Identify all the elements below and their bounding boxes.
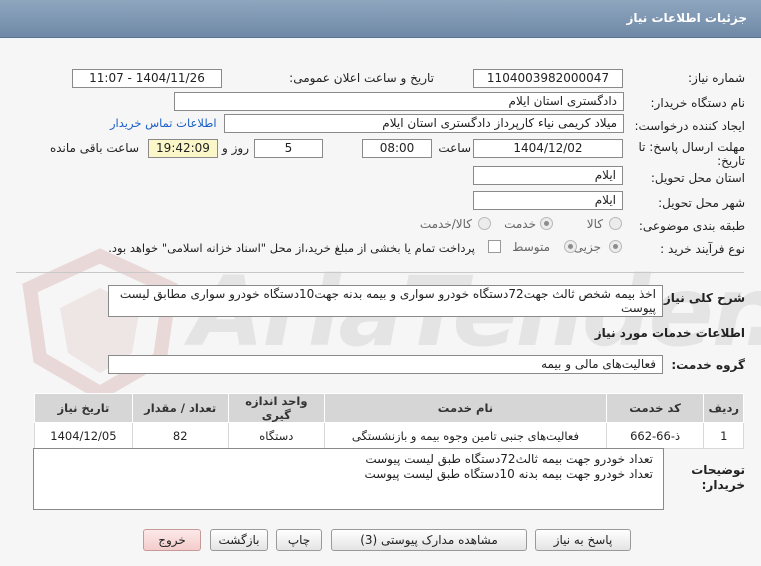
col-unit: واحد اندازه گیری xyxy=(227,393,326,423)
category-radio-goods-service[interactable] xyxy=(478,217,491,230)
reply-button[interactable]: پاسخ به نیاز xyxy=(535,529,631,551)
category-label: طبقه بندی موضوعی: xyxy=(638,219,745,233)
city-field: ایلام xyxy=(473,191,623,210)
summary-text: اخذ بیمه شخص ثالث جهت72دستگاه خودرو سوار… xyxy=(108,285,663,317)
exit-button[interactable]: خروج xyxy=(143,529,201,551)
days-field: 5 xyxy=(254,139,323,158)
deadline-time-label: ساعت xyxy=(438,141,471,155)
row-index: 1 xyxy=(703,422,744,449)
col-name: نام خدمت xyxy=(324,393,607,423)
announce-label: تاریخ و ساعت اعلان عمومی: xyxy=(289,71,434,85)
process-radio-medium[interactable] xyxy=(564,240,577,253)
service-group-label: گروه خدمت: xyxy=(671,358,745,372)
process-radio-minor[interactable] xyxy=(609,240,622,253)
process-label: نوع فرآیند خرید : xyxy=(660,242,745,256)
payment-note: پرداخت تمام یا بخشی از مبلغ خرید،از محل … xyxy=(108,241,475,255)
col-index: ردیف xyxy=(703,393,744,423)
service-group-field: فعالیت‌های مالی و بیمه xyxy=(108,355,663,374)
days-label: روز و xyxy=(222,141,249,155)
section-divider xyxy=(16,272,744,273)
category-option-goods: کالا xyxy=(586,217,603,231)
need-number-label: شماره نیاز: xyxy=(688,71,745,85)
announce-field: 1404/11/26 - 11:07 xyxy=(72,69,222,88)
col-qty: تعداد / مقدار xyxy=(131,393,229,423)
page-title: جزئیات اطلاعات نیاز xyxy=(626,11,747,25)
services-section-title: اطلاعات خدمات مورد نیاز xyxy=(594,326,745,340)
category-option-service: خدمت xyxy=(504,217,536,231)
deadline-label-date: تاریخ: xyxy=(717,154,745,168)
row-date: 1404/12/05 xyxy=(34,422,133,449)
print-button[interactable]: چاپ xyxy=(276,529,322,551)
buyer-notes-text: تعداد خودرو جهت بیمه ثالث72دستگاه طبق لی… xyxy=(33,448,664,510)
row-qty: 82 xyxy=(131,422,229,449)
buyer-org-field: دادگستری استان ایلام xyxy=(174,92,624,111)
back-button[interactable]: بازگشت xyxy=(210,529,268,551)
remaining-label: ساعت باقی مانده xyxy=(49,141,139,155)
process-option-medium: متوسط xyxy=(512,240,550,254)
buyer-org-label: نام دستگاه خریدار: xyxy=(650,96,746,110)
col-code: کد خدمت xyxy=(605,393,705,423)
category-option-goods-service: کالا/خدمت xyxy=(419,217,472,231)
category-radio-service[interactable] xyxy=(540,217,553,230)
contact-buyer-link[interactable]: اطلاعات تماس خریدار xyxy=(110,116,217,130)
row-code: ذ-66-662 xyxy=(605,422,705,449)
category-radio-goods[interactable] xyxy=(609,217,622,230)
need-number-field: 1104003982000047 xyxy=(473,69,623,88)
buyer-notes-line: تعداد خودرو جهت بیمه بدنه 10دستگاه طبق ل… xyxy=(364,467,653,481)
province-label: استان محل تحویل: xyxy=(650,171,745,185)
city-label: شهر محل تحویل: xyxy=(658,196,745,210)
deadline-label: مهلت ارسال پاسخ: تا xyxy=(638,140,745,154)
buyer-notes-line: تعداد خودرو جهت بیمه ثالث72دستگاه طبق لی… xyxy=(365,452,653,466)
services-table: ردیف کد خدمت نام خدمت واحد اندازه گیری ت… xyxy=(34,393,744,449)
deadline-time-field: 08:00 xyxy=(362,139,432,158)
view-attachments-button[interactable]: مشاهده مدارک پیوستی (3) xyxy=(331,529,527,551)
buyer-notes-label: توضیحات xyxy=(691,463,745,477)
deadline-date-field: 1404/12/02 xyxy=(473,139,623,158)
process-option-minor: جزیی xyxy=(573,240,601,254)
row-unit: دستگاه xyxy=(227,422,326,449)
watermark-shield-icon xyxy=(22,248,178,398)
row-name: فعالیت‌های جنبی تامین وجوه بیمه و بازنشس… xyxy=(324,422,607,449)
summary-label: شرح کلی نیاز: xyxy=(659,291,745,305)
province-field: ایلام xyxy=(473,166,623,185)
remaining-time-field: 19:42:09 xyxy=(148,139,218,158)
treasury-checkbox[interactable] xyxy=(488,240,501,253)
buyer-notes-label-2: خریدار: xyxy=(701,478,745,492)
creator-label: ایجاد کننده درخواست: xyxy=(634,119,745,133)
creator-field: میلاد کریمی نیاء کارپرداز دادگستری استان… xyxy=(224,114,624,133)
table-row: 1 ذ-66-662 فعالیت‌های جنبی تامین وجوه بی… xyxy=(34,422,744,449)
col-date: تاریخ نیاز xyxy=(34,393,133,423)
